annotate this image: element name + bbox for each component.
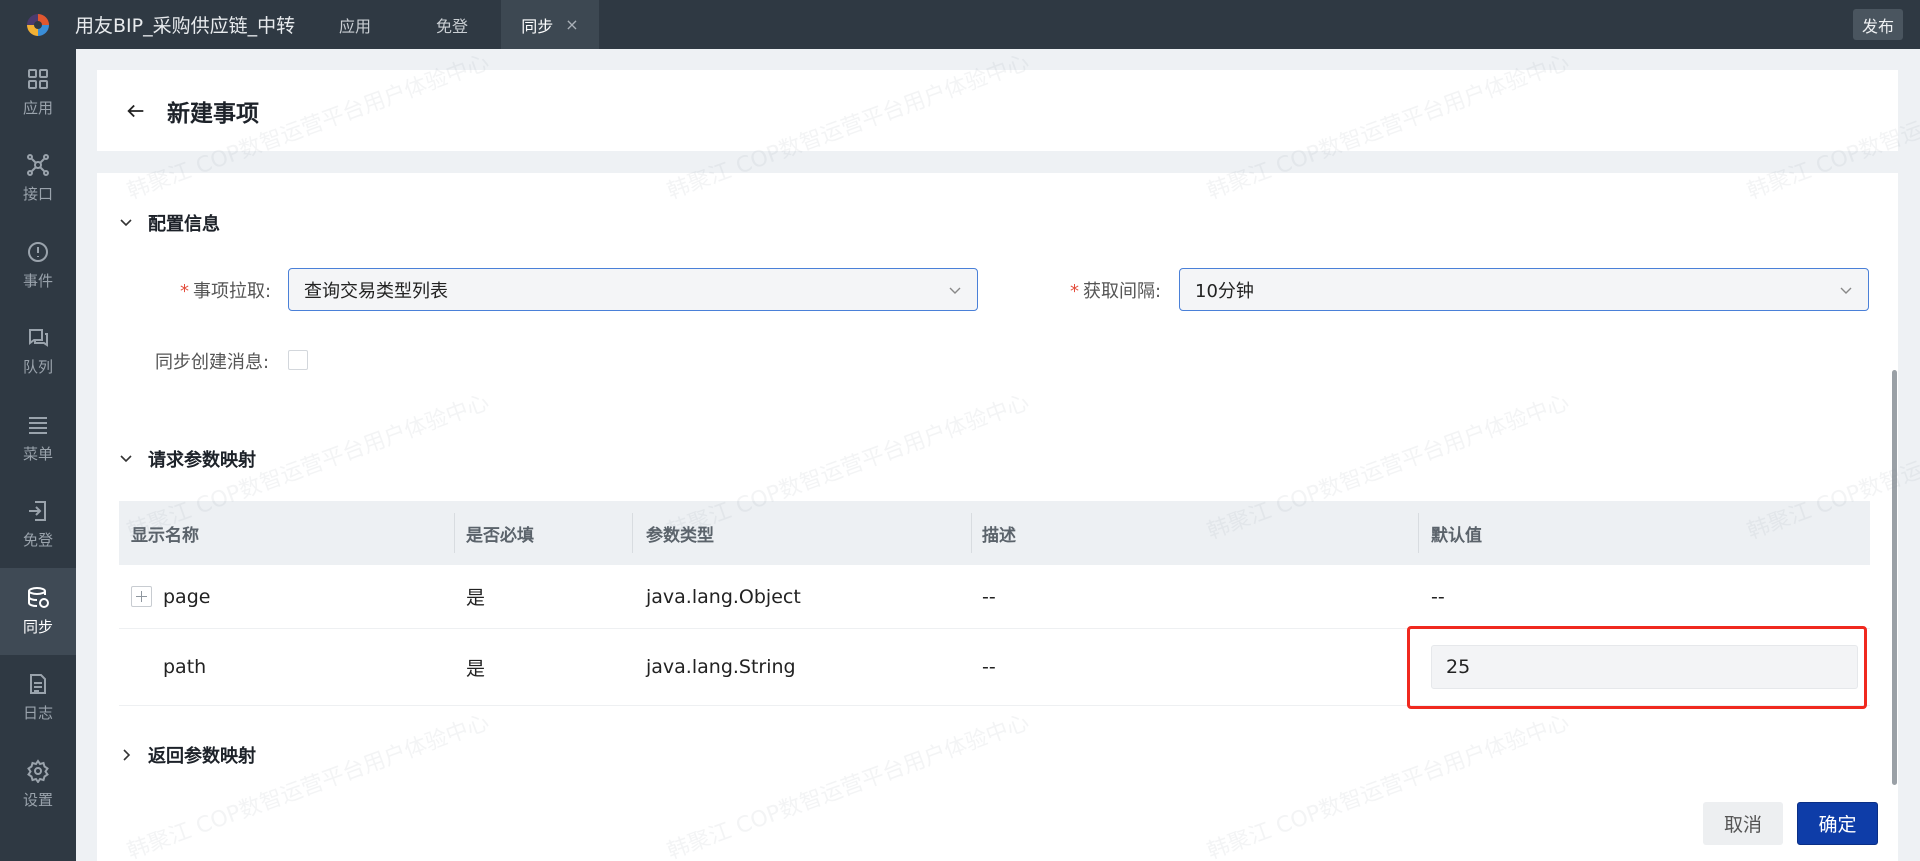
item-pull-label-text: 事项拉取: <box>193 281 272 302</box>
sidebar-item-sso[interactable]: 免登 <box>0 482 76 569</box>
section-request-header[interactable]: 请求参数映射 <box>119 446 256 472</box>
sidebar-item-label: 队列 <box>22 358 53 377</box>
sync-msg-checkbox[interactable] <box>288 350 308 370</box>
required-mark: * <box>1070 281 1079 302</box>
form-card: 配置信息 * 事项拉取: 查询交易类型列表 * 获取间隔: 10分钟 同步创建消息:… <box>97 173 1898 861</box>
column-header-desc: 描述 <box>982 525 1016 546</box>
cell-required: 是 <box>466 587 486 609</box>
page-header: 新建事项 <box>97 70 1898 151</box>
cell-required: 是 <box>466 657 486 680</box>
column-divider <box>632 513 633 553</box>
app-title: 用友BIP_采购供应链_中转 <box>75 15 296 37</box>
cell-type: java.lang.Object <box>646 585 801 608</box>
tab-label: 免登 <box>435 16 468 36</box>
alert-circle-icon <box>28 241 48 262</box>
sidebar-item-label: 接口 <box>22 185 53 204</box>
tab-apps[interactable]: 应用 <box>307 0 403 49</box>
back-arrow-icon[interactable] <box>125 100 147 122</box>
grid-icon <box>28 68 48 89</box>
sync-msg-label: 同步创建消息: <box>155 352 270 373</box>
tab-label: 应用 <box>338 16 371 36</box>
network-icon <box>27 154 49 177</box>
cell-type: java.lang.String <box>646 656 796 678</box>
sidebar-item-label: 免登 <box>22 531 53 550</box>
interval-select[interactable]: 10分钟 <box>1179 268 1869 311</box>
sidebar-item-label: 事件 <box>22 271 53 290</box>
sidebar-item-menu[interactable]: 菜单 <box>0 395 76 482</box>
tab-label: 同步 <box>521 16 554 36</box>
sidebar-item-label: 日志 <box>22 704 53 723</box>
column-header-required: 是否必填 <box>466 525 534 546</box>
section-title: 返回参数映射 <box>148 746 256 767</box>
sidebar-item-apps[interactable]: 应用 <box>0 49 76 136</box>
table-row: page 是 java.lang.Object -- -- <box>119 565 1870 629</box>
column-divider <box>971 513 972 553</box>
login-icon <box>29 501 46 522</box>
sidebar-item-sync[interactable]: 同步 <box>0 568 76 655</box>
param-name: page <box>163 585 211 608</box>
sidebar-item-events[interactable]: 事件 <box>0 222 76 309</box>
sidebar-item-queue[interactable]: 队列 <box>0 309 76 396</box>
chat-icon <box>29 329 48 348</box>
section-title: 请求参数映射 <box>148 450 256 471</box>
sidebar-item-logs[interactable]: 日志 <box>0 655 76 742</box>
column-divider <box>1418 513 1419 553</box>
interval-value: 10分钟 <box>1195 280 1254 302</box>
column-header-default: 默认值 <box>1431 525 1482 546</box>
cell-desc: -- <box>982 585 996 608</box>
section-title: 配置信息 <box>148 214 220 235</box>
menu-icon <box>29 416 47 434</box>
top-bar: 用友BIP_采购供应链_中转 应用 免登 同步 × 发布 <box>0 0 1920 49</box>
page-title: 新建事项 <box>167 100 259 127</box>
chevron-right-icon[interactable] <box>119 748 133 762</box>
item-pull-select[interactable]: 查询交易类型列表 <box>288 268 978 311</box>
publish-button[interactable]: 发布 <box>1853 9 1903 40</box>
document-icon <box>30 674 46 695</box>
cell-desc: -- <box>982 656 996 678</box>
column-header-name: 显示名称 <box>131 525 199 546</box>
tab-sync[interactable]: 同步 × <box>501 0 599 49</box>
sidebar-item-settings[interactable]: 设置 <box>0 741 76 828</box>
section-config-header[interactable]: 配置信息 <box>119 210 220 236</box>
chevron-down-icon <box>1840 287 1852 294</box>
item-pull-value: 查询交易类型列表 <box>304 280 448 302</box>
item-pull-label: * 事项拉取: <box>180 277 271 303</box>
column-header-type: 参数类型 <box>646 525 714 546</box>
sidebar-item-label: 菜单 <box>22 444 53 463</box>
sidebar: 应用 接口 事件 队列 菜单 免登 同步 日志 设置 <box>0 49 76 861</box>
sidebar-item-label: 应用 <box>22 98 53 117</box>
param-name: path <box>163 656 207 678</box>
app-logo-icon <box>0 0 76 49</box>
database-sync-icon <box>28 586 49 608</box>
chevron-down-icon <box>949 287 961 294</box>
interval-label-text: 获取间隔: <box>1083 281 1162 302</box>
section-response-header[interactable]: 返回参数映射 <box>119 742 256 768</box>
scrollbar-thumb[interactable] <box>1892 370 1897 785</box>
gear-icon <box>27 758 49 783</box>
cell-name: page <box>131 565 210 628</box>
sidebar-item-interfaces[interactable]: 接口 <box>0 136 76 223</box>
required-mark: * <box>180 281 189 302</box>
close-icon[interactable]: × <box>565 15 578 34</box>
chevron-down-icon[interactable] <box>119 216 133 230</box>
sidebar-item-label: 同步 <box>22 617 53 636</box>
confirm-button[interactable]: 确定 <box>1797 802 1878 845</box>
cell-default: -- <box>1431 585 1445 608</box>
table-header: 显示名称 是否必填 参数类型 描述 默认值 <box>119 501 1870 565</box>
sidebar-item-label: 设置 <box>22 790 53 809</box>
chevron-down-icon[interactable] <box>119 452 133 466</box>
expand-plus-icon[interactable] <box>131 586 152 607</box>
default-value-input[interactable]: 25 <box>1431 645 1858 689</box>
column-divider <box>454 513 455 553</box>
interval-label: * 获取间隔: <box>1070 277 1161 303</box>
tab-sso[interactable]: 免登 <box>403 0 501 49</box>
cancel-button[interactable]: 取消 <box>1703 802 1783 845</box>
